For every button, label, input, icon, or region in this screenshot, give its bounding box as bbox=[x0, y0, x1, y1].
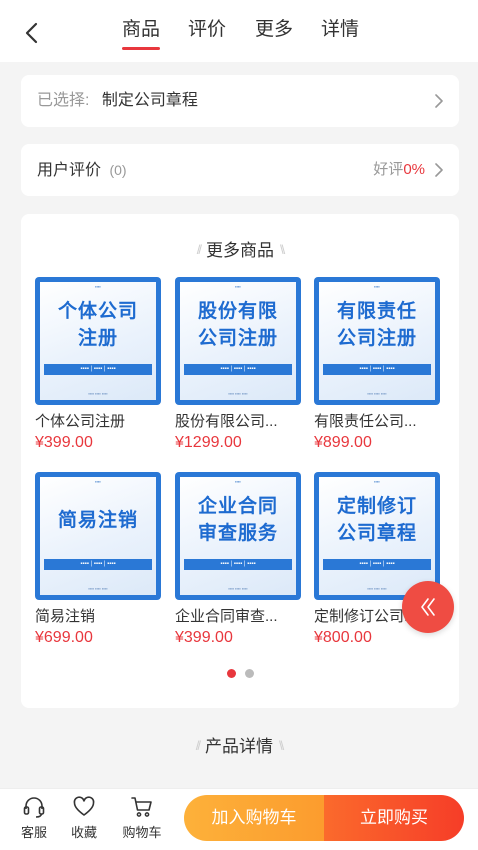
reviews-label: 用户评价 bbox=[37, 162, 102, 179]
reviews-count: (0) bbox=[109, 162, 127, 178]
thumb-line: 公司章程 bbox=[336, 523, 417, 544]
product-name: 股份有限公司... bbox=[175, 413, 278, 430]
thumb-header: ▪▪▪▪ bbox=[235, 284, 241, 289]
product-card[interactable]: ▪▪▪▪ 个体公司 注册 ▪▪▪▪ | ▪▪▪▪ | ▪▪▪▪ ▪▪▪▪ ▪▪▪… bbox=[35, 277, 161, 454]
selected-spec-row[interactable]: 已选择: 制定公司章程 bbox=[21, 75, 459, 127]
thumb-tag: ▪▪▪▪ | ▪▪▪▪ | ▪▪▪▪ bbox=[184, 559, 292, 570]
shopping-cart-button[interactable]: 购物车 bbox=[118, 795, 166, 841]
double-chevron-left-icon bbox=[421, 598, 435, 616]
product-card[interactable]: ▪▪▪▪ 企业合同 审查服务 ▪▪▪▪ | ▪▪▪▪ | ▪▪▪▪ ▪▪▪▪ ▪… bbox=[175, 472, 301, 649]
decor-slash-left: // bbox=[196, 242, 202, 257]
positive-rate-value: 0% bbox=[403, 161, 425, 178]
product-image: ▪▪▪▪ 企业合同 审查服务 ▪▪▪▪ | ▪▪▪▪ | ▪▪▪▪ ▪▪▪▪ ▪… bbox=[175, 472, 301, 600]
decor-slash-right: \\ bbox=[280, 242, 285, 257]
product-image: ▪▪▪▪ 股份有限 公司注册 ▪▪▪▪ | ▪▪▪▪ | ▪▪▪▪ ▪▪▪▪ ▪… bbox=[175, 277, 301, 405]
thumb-tag: ▪▪▪▪ | ▪▪▪▪ | ▪▪▪▪ bbox=[184, 364, 292, 375]
product-card[interactable]: ▪▪▪▪ 股份有限 公司注册 ▪▪▪▪ | ▪▪▪▪ | ▪▪▪▪ ▪▪▪▪ ▪… bbox=[175, 277, 301, 454]
thumb-line: 个体公司 bbox=[57, 301, 138, 322]
thumb-line: 公司注册 bbox=[197, 328, 278, 349]
product-name: 企业合同审查... bbox=[175, 608, 278, 625]
float-collapse-button[interactable] bbox=[402, 581, 454, 633]
positive-rate-label: 好评 bbox=[373, 161, 404, 178]
product-name: 有限责任公司... bbox=[314, 413, 417, 430]
thumb-header: ▪▪▪▪ bbox=[95, 284, 101, 289]
heart-icon bbox=[73, 796, 95, 816]
product-detail-title: 产品详情 bbox=[205, 737, 273, 756]
favorite-button[interactable]: 收藏 bbox=[62, 795, 106, 841]
product-price: ¥399.00 bbox=[175, 629, 233, 646]
product-detail-heading: // 产品详情 \\ bbox=[0, 732, 478, 757]
thumb-line: 有限责任 bbox=[336, 301, 417, 322]
product-card[interactable]: ▪▪▪▪ 简易注销 ▪▪▪▪ | ▪▪▪▪ | ▪▪▪▪ ▪▪▪▪ ▪▪▪▪ ▪… bbox=[35, 472, 161, 649]
chevron-right-icon bbox=[435, 94, 443, 108]
shopping-cart-icon bbox=[131, 797, 152, 817]
thumb-line: 注册 bbox=[77, 328, 118, 349]
thumb-tag: ▪▪▪▪ | ▪▪▪▪ | ▪▪▪▪ bbox=[323, 559, 431, 570]
more-products-title: 更多商品 bbox=[206, 241, 274, 260]
thumb-footer: ▪▪▪▪ ▪▪▪▪ ▪▪▪▪ bbox=[228, 391, 248, 396]
product-price: ¥699.00 bbox=[35, 629, 93, 646]
shopping-cart-label: 购物车 bbox=[122, 825, 162, 840]
product-image: ▪▪▪▪ 有限责任 公司注册 ▪▪▪▪ | ▪▪▪▪ | ▪▪▪▪ ▪▪▪▪ ▪… bbox=[314, 277, 440, 405]
thumb-footer: ▪▪▪▪ ▪▪▪▪ ▪▪▪▪ bbox=[88, 391, 108, 396]
favorite-label: 收藏 bbox=[70, 825, 97, 840]
product-image: ▪▪▪▪ 个体公司 注册 ▪▪▪▪ | ▪▪▪▪ | ▪▪▪▪ ▪▪▪▪ ▪▪▪… bbox=[35, 277, 161, 405]
tab-reviews[interactable]: 评价 bbox=[188, 16, 226, 46]
thumb-footer: ▪▪▪▪ ▪▪▪▪ ▪▪▪▪ bbox=[88, 586, 108, 591]
thumb-line: 股份有限 bbox=[197, 301, 278, 322]
top-navigation: 商品 评价 更多 详情 bbox=[0, 0, 478, 62]
product-name: 个体公司注册 bbox=[35, 413, 126, 430]
decor-slash-right: \\ bbox=[279, 738, 284, 753]
tab-more[interactable]: 更多 bbox=[255, 16, 293, 46]
thumb-tag: ▪▪▪▪ | ▪▪▪▪ | ▪▪▪▪ bbox=[44, 559, 152, 570]
thumb-tag: ▪▪▪▪ | ▪▪▪▪ | ▪▪▪▪ bbox=[323, 364, 431, 375]
thumb-line: 公司注册 bbox=[336, 328, 417, 349]
bottom-action-bar: 客服 收藏 购物车 加入购物车 立即购买 bbox=[0, 788, 478, 850]
tab-product[interactable]: 商品 bbox=[122, 16, 161, 50]
thumb-line: 定制修订 bbox=[336, 496, 417, 517]
pagination-dot[interactable] bbox=[245, 669, 254, 678]
thumb-tag: ▪▪▪▪ | ▪▪▪▪ | ▪▪▪▪ bbox=[44, 364, 152, 375]
headset-icon bbox=[23, 797, 45, 818]
thumb-line: 简易注销 bbox=[57, 510, 138, 531]
product-price: ¥899.00 bbox=[314, 434, 372, 451]
more-products-heading: // 更多商品 \\ bbox=[21, 236, 459, 261]
chevron-right-icon bbox=[435, 163, 443, 177]
product-name: 简易注销 bbox=[35, 608, 96, 625]
selected-prefix: 已选择: bbox=[37, 92, 90, 109]
thumb-footer: ▪▪▪▪ ▪▪▪▪ ▪▪▪▪ bbox=[228, 586, 248, 591]
buy-now-button[interactable]: 立即购买 bbox=[324, 795, 464, 841]
thumb-footer: ▪▪▪▪ ▪▪▪▪ ▪▪▪▪ bbox=[367, 391, 387, 396]
customer-service-label: 客服 bbox=[20, 825, 47, 840]
decor-slash-left: // bbox=[195, 738, 201, 753]
tab-details[interactable]: 详情 bbox=[321, 16, 359, 46]
thumb-header: ▪▪▪▪ bbox=[374, 284, 380, 289]
user-reviews-row[interactable]: 用户评价 (0) 好评0% bbox=[21, 144, 459, 196]
pagination-dot-active[interactable] bbox=[227, 669, 236, 678]
product-price: ¥399.00 bbox=[35, 434, 93, 451]
thumb-header: ▪▪▪▪ bbox=[374, 479, 380, 484]
product-price: ¥1299.00 bbox=[175, 434, 242, 451]
more-products-card: // 更多商品 \\ ▪▪▪▪ 个体公司 注册 ▪▪▪▪ | ▪▪▪▪ | ▪▪▪▪… bbox=[21, 214, 459, 708]
thumb-header: ▪▪▪▪ bbox=[235, 479, 241, 484]
product-card[interactable]: ▪▪▪▪ 有限责任 公司注册 ▪▪▪▪ | ▪▪▪▪ | ▪▪▪▪ ▪▪▪▪ ▪… bbox=[314, 277, 440, 454]
add-to-cart-button[interactable]: 加入购物车 bbox=[184, 795, 324, 841]
product-image: ▪▪▪▪ 简易注销 ▪▪▪▪ | ▪▪▪▪ | ▪▪▪▪ ▪▪▪▪ ▪▪▪▪ ▪… bbox=[35, 472, 161, 600]
thumb-line: 审查服务 bbox=[197, 523, 278, 544]
customer-service-button[interactable]: 客服 bbox=[12, 795, 56, 841]
selected-value: 制定公司章程 bbox=[101, 92, 198, 109]
thumb-line: 企业合同 bbox=[197, 496, 278, 517]
thumb-header: ▪▪▪▪ bbox=[95, 479, 101, 484]
